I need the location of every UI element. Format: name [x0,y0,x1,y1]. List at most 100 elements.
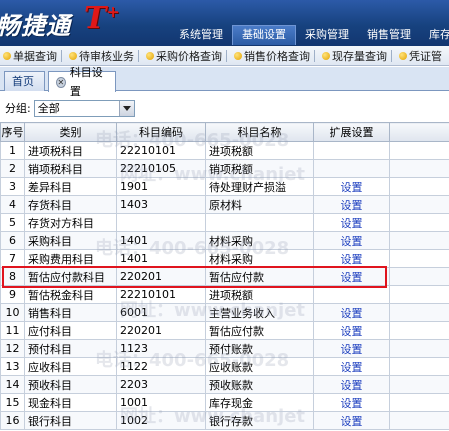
top-menu: 系统管理 基础设置 采购管理 销售管理 库存管 [170,25,449,45]
table-row[interactable]: 9 暂估税金科目 22210101 进项税额 [0,285,449,304]
row-account-code[interactable]: 2203 [116,375,206,394]
table-row[interactable]: 15 现金科目 1001 库存现金 设置 [0,393,449,412]
column-header-code[interactable]: 科目编码 [116,122,206,142]
row-extension-setting[interactable]: 设置 [313,357,390,376]
row-extension-setting[interactable] [313,141,390,160]
row-index: 9 [0,285,25,304]
group-select[interactable]: 全部 [33,99,135,117]
row-account-name: 库存现金 [205,393,314,412]
row-extension-setting[interactable] [313,159,390,178]
shortcut-bullet-icon [234,51,242,60]
shortcut-voucher[interactable]: 凭证管 [396,48,446,64]
table-row[interactable]: 6 采购科目 1401 材料采购 设置 [0,231,449,250]
shortcut-label: 现存量查询 [332,49,387,63]
shortcut-label: 销售价格查询 [244,49,310,63]
chevron-down-icon[interactable] [118,100,134,116]
row-account-code[interactable]: 22210101 [116,285,206,304]
row-extension-setting[interactable]: 设置 [313,249,390,268]
row-extension-setting[interactable]: 设置 [313,195,390,214]
table-row[interactable]: 14 预收科目 2203 预收账款 设置 [0,375,449,394]
row-filler [389,213,449,232]
row-category: 预付科目 [24,339,117,358]
column-header-index[interactable]: 序号 [0,122,25,142]
row-account-name: 材料采购 [205,249,314,268]
shortcut-sales-price[interactable]: 销售价格查询 [231,48,319,64]
row-category: 暂估税金科目 [24,285,117,304]
row-account-code[interactable]: 1901 [116,177,206,196]
table-row[interactable]: 8 暂估应付款科目 220201 暂估应付款 设置 [0,267,449,286]
row-extension-setting[interactable]: 设置 [313,375,390,394]
table-row[interactable]: 3 差异科目 1901 待处理财产损溢 设置 [0,177,449,196]
row-extension-setting[interactable] [313,285,390,304]
row-extension-setting[interactable]: 设置 [313,339,390,358]
tab-strip: 首页 ✕ 科目设置 [0,66,449,98]
row-extension-setting[interactable]: 设置 [313,267,390,286]
row-account-code[interactable]: 1002 [116,411,206,430]
row-extension-setting[interactable]: 设置 [313,303,390,322]
row-extension-setting[interactable]: 设置 [313,213,390,232]
table-row[interactable]: 5 存货对方科目 设置 [0,213,449,232]
row-index: 14 [0,375,25,394]
grid-header-row: 序号 类别 科目编码 科目名称 扩展设置 [0,122,449,142]
table-row[interactable]: 13 应收科目 1122 应收账款 设置 [0,357,449,376]
column-header-category[interactable]: 类别 [24,122,117,142]
logo-t-plus: T+ [84,1,120,36]
row-extension-setting[interactable]: 设置 [313,411,390,430]
menu-system[interactable]: 系统管理 [170,25,232,45]
table-row[interactable]: 16 银行科目 1002 银行存款 设置 [0,411,449,430]
row-account-code[interactable] [116,213,206,232]
row-account-code[interactable]: 22210105 [116,159,206,178]
row-index: 12 [0,339,25,358]
row-account-name: 销项税额 [205,159,314,178]
row-category: 存货科目 [24,195,117,214]
product-logo: 畅捷通 [0,6,71,41]
row-account-code[interactable]: 6001 [116,303,206,322]
shortcut-stock-query[interactable]: 现存量查询 [319,48,396,64]
table-row[interactable]: 1 进项税科目 22210101 进项税额 [0,141,449,160]
row-account-code[interactable]: 1122 [116,357,206,376]
menu-inventory[interactable]: 库存管 [420,25,449,45]
row-account-name [205,213,314,232]
column-header-name[interactable]: 科目名称 [205,122,314,142]
row-extension-setting[interactable]: 设置 [313,231,390,250]
row-account-code[interactable]: 1401 [116,231,206,250]
menu-purchase[interactable]: 采购管理 [296,25,358,45]
close-tab-icon[interactable]: ✕ [56,76,66,88]
table-row[interactable]: 2 销项税科目 22210105 销项税额 [0,159,449,178]
grid-body: 1 进项税科目 22210101 进项税额 2 销项税科目 22210105 销项税额 3 差异科… [0,141,449,430]
shortcut-purchase-price[interactable]: 采购价格查询 [143,48,231,64]
row-account-code[interactable]: 1001 [116,393,206,412]
group-label: 分组: [5,102,31,115]
table-row[interactable]: 12 预付科目 1123 预付账款 设置 [0,339,449,358]
column-header-filler [389,122,449,142]
shortcut-pending-approval[interactable]: 待审核业务 [66,48,143,64]
menu-sales[interactable]: 销售管理 [358,25,420,45]
row-account-code[interactable]: 22210101 [116,141,206,160]
tab-home[interactable]: 首页 [4,71,45,91]
row-category: 应收科目 [24,357,117,376]
row-category: 预收科目 [24,375,117,394]
table-row[interactable]: 7 采购费用科目 1401 材料采购 设置 [0,249,449,268]
row-extension-setting[interactable]: 设置 [313,321,390,340]
row-account-code[interactable]: 220201 [116,321,206,340]
table-row[interactable]: 4 存货科目 1403 原材料 设置 [0,195,449,214]
shortcut-label: 单据查询 [13,49,57,63]
row-account-code[interactable]: 1401 [116,249,206,268]
row-filler [389,177,449,196]
table-row[interactable]: 10 销售科目 6001 主营业务收入 设置 [0,303,449,322]
separator [226,49,227,62]
row-extension-setting[interactable]: 设置 [313,393,390,412]
row-account-code[interactable]: 1403 [116,195,206,214]
menu-basic-settings[interactable]: 基础设置 [232,25,296,45]
row-account-code[interactable]: 220201 [116,267,206,286]
shortcut-document-query[interactable]: 单据查询 [0,48,66,64]
row-extension-setting[interactable]: 设置 [313,177,390,196]
row-filler [389,339,449,358]
row-account-name: 预付账款 [205,339,314,358]
row-index: 4 [0,195,25,214]
column-header-extension[interactable]: 扩展设置 [313,122,390,142]
row-index: 1 [0,141,25,160]
table-row[interactable]: 11 应付科目 220201 暂估应付款 设置 [0,321,449,340]
tab-account-settings[interactable]: ✕ 科目设置 [48,66,116,98]
row-account-code[interactable]: 1123 [116,339,206,358]
